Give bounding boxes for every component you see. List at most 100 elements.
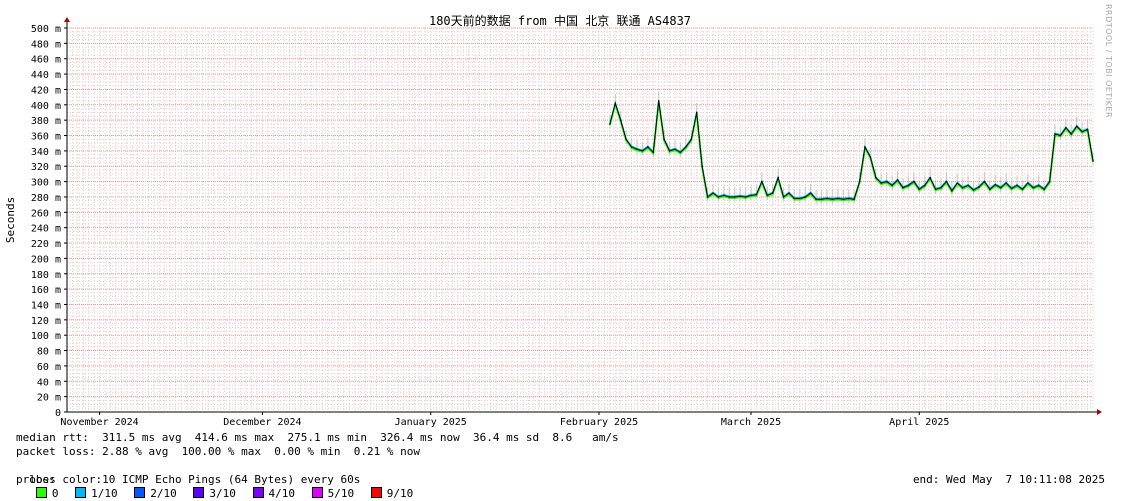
y-tick-label: 380 m	[31, 116, 61, 127]
y-tick-label: 500 m	[31, 24, 61, 35]
data-point	[929, 176, 931, 179]
y-tick-label: 420 m	[31, 85, 61, 96]
data-point	[652, 151, 655, 154]
data-point	[636, 148, 638, 151]
y-tick-label: 360 m	[31, 132, 61, 143]
x-tick-labels: November 2024 December 2024 January 2025 Fe…	[60, 417, 949, 428]
median-rtt-line	[609, 100, 1094, 200]
loss-color-swatch	[134, 487, 146, 498]
data-point	[1086, 128, 1089, 131]
data-point	[1065, 127, 1067, 129]
probe-info: probe: 10 ICMP Echo Pings (64 Bytes) eve…	[16, 473, 361, 486]
y-tick-label: 140 m	[31, 300, 61, 311]
data-point	[864, 146, 866, 148]
x-tick-label: January 2025	[395, 417, 467, 428]
data-point	[934, 188, 937, 191]
data-point	[647, 146, 649, 148]
loss-color-swatch	[75, 487, 87, 498]
data-point	[690, 138, 693, 141]
data-point	[1027, 182, 1029, 184]
data-point	[978, 186, 980, 188]
data-point	[956, 182, 959, 184]
data-point	[907, 184, 910, 187]
data-point	[668, 150, 671, 152]
data-point	[1075, 125, 1078, 128]
y-tick-label: 400 m	[31, 101, 61, 112]
y-tick-label: 280 m	[31, 193, 61, 204]
data-point	[1059, 134, 1062, 137]
data-point	[842, 198, 845, 201]
data-point	[826, 197, 828, 200]
median-loss-color-line-2	[609, 99, 1094, 199]
data-point	[847, 197, 850, 200]
data-point	[972, 189, 975, 191]
data-point	[1092, 160, 1094, 162]
data-point	[994, 183, 997, 186]
data-point	[853, 198, 855, 201]
median-rtt-stats: median rtt: 311.5 ms avg 414.6 ms max 27…	[16, 431, 619, 444]
loss-color-swatch	[311, 487, 323, 498]
data-point	[771, 192, 774, 194]
x-tick-label: March 2025	[721, 417, 781, 428]
data-point	[712, 192, 714, 194]
y-tick-label: 220 m	[31, 239, 61, 250]
data-point	[1021, 188, 1024, 191]
data-point	[945, 180, 948, 183]
data-point	[1032, 186, 1035, 189]
data-point	[733, 196, 736, 198]
y-tick-label: 440 m	[31, 70, 61, 81]
y-tick-label: 120 m	[31, 316, 61, 327]
data-point	[657, 100, 660, 102]
y-axis-arrow	[64, 17, 70, 22]
data-point	[923, 184, 926, 187]
x-tick-label: November 2024	[60, 417, 138, 428]
data-point	[685, 146, 687, 148]
data-point	[918, 188, 921, 191]
y-tick-label: 240 m	[31, 224, 61, 235]
data-point	[674, 148, 676, 151]
data-point	[875, 176, 877, 179]
data-point	[766, 194, 769, 197]
data-point	[837, 197, 839, 200]
chart-title: 180天前的数据 from 中国 北京 联通 AS4837	[429, 13, 691, 28]
data-point	[723, 194, 725, 197]
data-point	[761, 180, 763, 183]
data-point	[951, 190, 953, 192]
packet-loss-stats: packet loss: 2.88 % avg 100.00 % max 0.0…	[16, 445, 420, 458]
data-point	[831, 198, 834, 201]
data-point	[793, 197, 796, 200]
data-point	[815, 198, 817, 201]
data-point	[891, 184, 893, 187]
y-axis-label: Seconds	[4, 197, 17, 243]
data-point	[744, 196, 747, 198]
data-point	[885, 180, 888, 183]
y-tick-label: 20 m	[37, 393, 61, 404]
data-point	[799, 197, 801, 200]
data-point	[706, 196, 709, 198]
data-point	[1037, 184, 1040, 187]
y-tick-label: 320 m	[31, 162, 61, 173]
data-point	[609, 123, 611, 125]
data-point	[999, 186, 1002, 189]
y-tick-label: 340 m	[31, 147, 61, 158]
data-point	[1048, 180, 1051, 183]
data-point	[869, 156, 872, 158]
data-point	[820, 198, 823, 201]
data-point	[1016, 184, 1018, 187]
data-point	[1043, 188, 1045, 191]
y-tick-label: 60 m	[37, 362, 61, 373]
y-tick-labels: 020 m40 m60 m80 m100 m120 m140 m160 m180…	[31, 24, 61, 419]
data-point	[788, 192, 790, 194]
data-point	[858, 180, 861, 183]
data-point	[1070, 133, 1073, 135]
data-point	[695, 111, 698, 114]
data-point	[782, 196, 785, 198]
data-point	[961, 186, 964, 189]
data-point	[728, 196, 731, 198]
end-time: end: Wed May 7 10:11:08 2025	[912, 473, 1105, 486]
data-point	[739, 195, 741, 197]
x-tick-label: December 2024	[223, 417, 301, 428]
data-point	[630, 146, 633, 148]
data-point	[967, 184, 969, 187]
data-point	[902, 186, 904, 189]
